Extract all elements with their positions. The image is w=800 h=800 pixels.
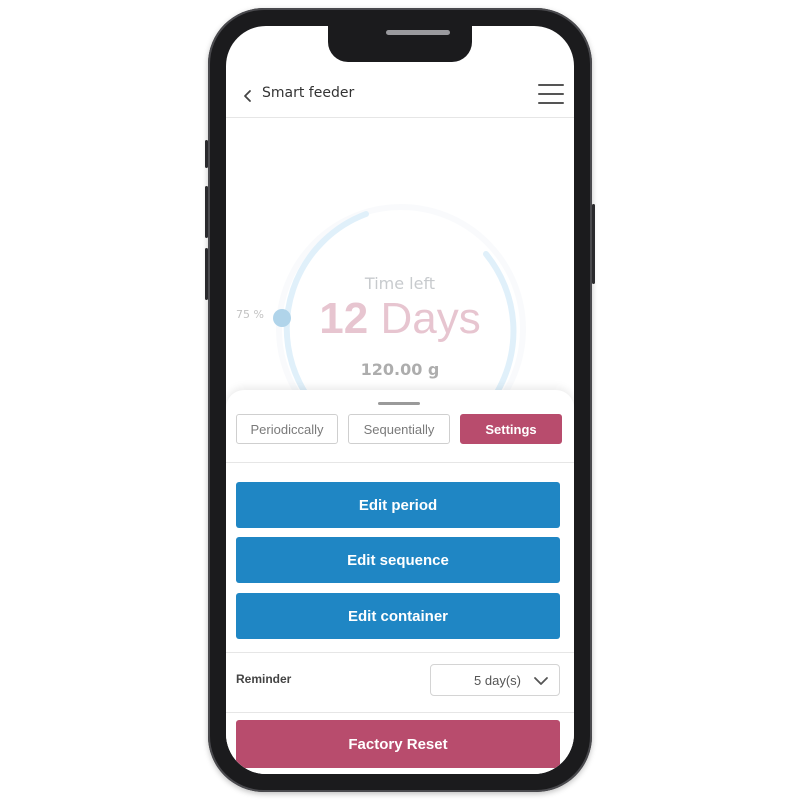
edit-container-button[interactable]: Edit container (236, 593, 560, 639)
time-left-label: Time left (364, 274, 436, 293)
page-title: Smart feeder (262, 85, 355, 101)
silent-switch (205, 140, 208, 168)
days-left: 12 Days (226, 294, 574, 344)
volume-down-button (205, 248, 208, 300)
edit-sequence-button[interactable]: Edit sequence (236, 537, 560, 583)
bottom-sheet: Periodiccally Sequentially Settings Edit… (226, 390, 574, 774)
days-number: 12 (319, 294, 369, 343)
reminder-select[interactable]: 5 day(s) (430, 664, 560, 696)
divider (226, 462, 574, 463)
divider (226, 652, 574, 653)
food-weight: 120.00 g (360, 360, 440, 379)
days-unit: Days (380, 294, 481, 343)
hamburger-menu-icon[interactable] (538, 84, 564, 108)
reminder-value: 5 day(s) (474, 673, 521, 688)
tab-sequentially[interactable]: Sequentially (348, 414, 450, 444)
volume-up-button (205, 186, 208, 238)
screen: Smart feeder 75 % Time left 12 Days 120.… (226, 26, 574, 774)
reminder-label: Reminder (236, 672, 292, 686)
phone-frame: Smart feeder 75 % Time left 12 Days 120.… (205, 8, 595, 792)
chevron-left-icon[interactable] (238, 86, 258, 106)
factory-reset-button[interactable]: Factory Reset (236, 720, 560, 768)
divider (226, 712, 574, 713)
speaker (386, 30, 450, 35)
chevron-down-icon (534, 677, 548, 685)
top-bar: Smart feeder (226, 74, 574, 118)
edit-period-button[interactable]: Edit period (236, 482, 560, 528)
tab-settings[interactable]: Settings (460, 414, 562, 444)
tab-periodically[interactable]: Periodiccally (236, 414, 338, 444)
power-button (592, 204, 595, 284)
sheet-handle[interactable] (378, 402, 420, 405)
